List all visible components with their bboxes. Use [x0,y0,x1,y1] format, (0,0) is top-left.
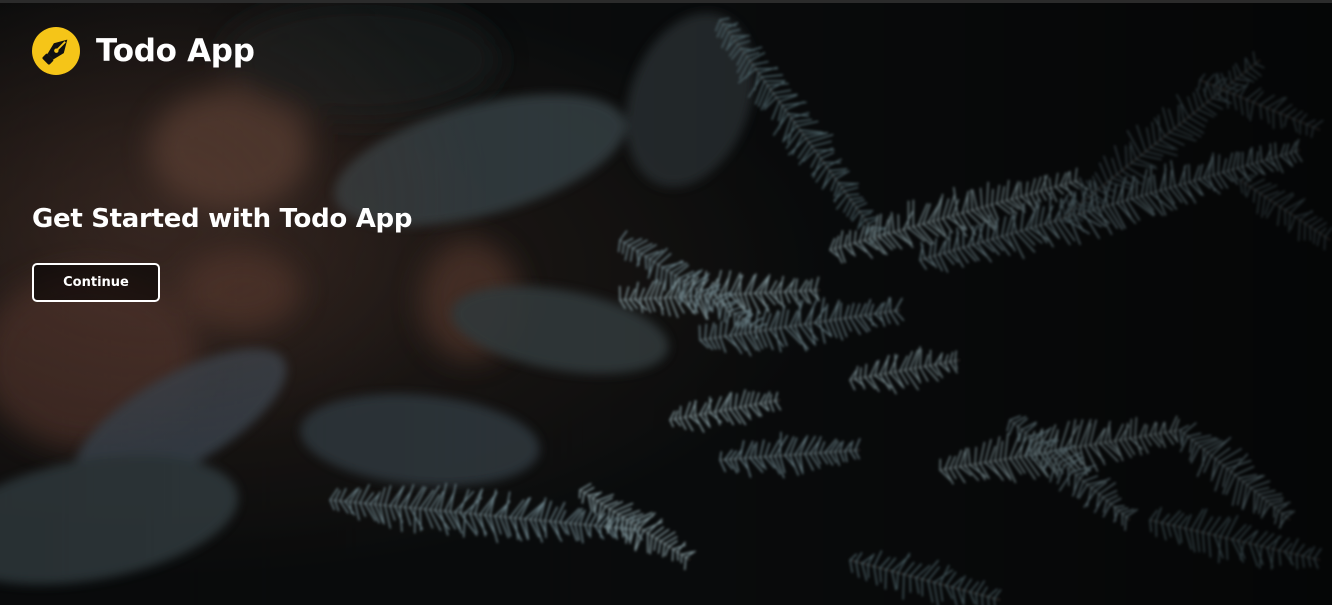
fountain-pen-nib-icon [32,27,80,75]
hero-background-image [0,0,1332,605]
continue-button[interactable]: Continue [32,263,160,302]
app-name: Todo App [96,33,255,69]
brand[interactable]: Todo App [32,27,255,75]
hero-title: Get Started with Todo App [32,204,413,234]
landing-page: Todo App Get Started with Todo App Conti… [0,0,1332,605]
window-top-edge [0,0,1332,3]
